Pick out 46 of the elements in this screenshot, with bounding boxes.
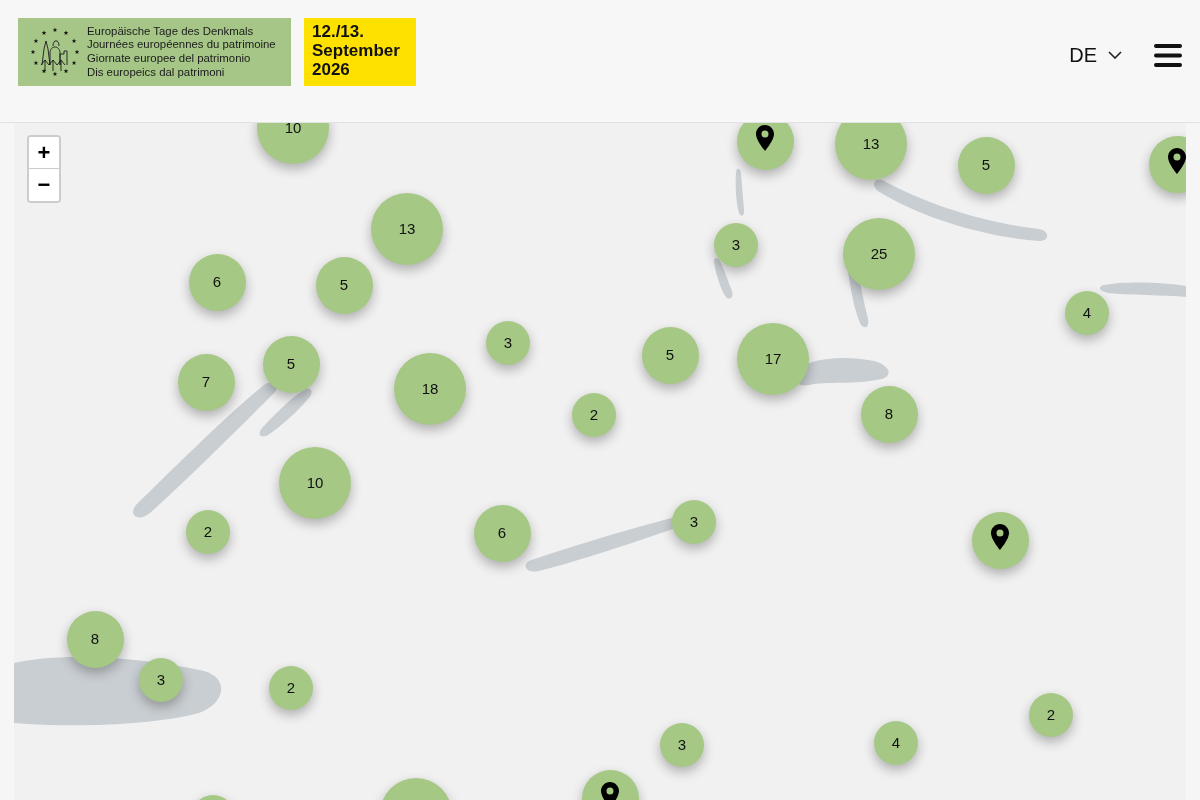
cluster-marker[interactable]: 3 <box>486 321 530 365</box>
language-label: DE <box>1069 43 1097 68</box>
cluster-marker[interactable]: 18 <box>394 353 466 425</box>
cluster-marker[interactable]: 3 <box>714 223 758 267</box>
cluster-marker[interactable]: 7 <box>177 353 235 411</box>
zoom-in-button[interactable]: + <box>29 137 59 169</box>
cluster-marker[interactable]: 10 <box>257 123 329 164</box>
language-selector[interactable]: DE <box>1069 40 1122 70</box>
cluster-marker[interactable]: 13 <box>371 193 443 265</box>
menu-button[interactable] <box>1154 43 1182 67</box>
cluster-marker[interactable]: 8 <box>860 385 918 443</box>
logo-text-line: Dis europeics dal patrimoni <box>87 65 226 80</box>
cluster-marker[interactable]: 10 <box>279 447 351 519</box>
cluster-marker[interactable]: 6 <box>473 504 531 562</box>
cluster-marker[interactable]: 17 <box>737 323 809 395</box>
cluster-marker[interactable]: 13 <box>835 123 907 180</box>
cluster-marker[interactable]: 2 <box>572 393 616 437</box>
cluster-marker[interactable]: 4 <box>1065 291 1109 335</box>
cluster-marker[interactable]: 2 <box>186 510 230 554</box>
cluster-marker[interactable]: 8 <box>66 610 124 668</box>
logo-text-line: Europäische Tage des Denkmals <box>87 24 255 39</box>
lake-shape <box>713 258 733 299</box>
logo-emblem-icon <box>31 27 79 77</box>
logo-banner[interactable]: Europäische Tage des Denkmals Journées européennes du patrimoine Giornate europee del patrimonio Dis europeics dal patrimoni <box>18 18 291 86</box>
map-pin-icon <box>991 524 1009 550</box>
cluster-marker[interactable]: 6 <box>188 253 246 311</box>
cluster-marker[interactable]: 2 <box>269 666 313 710</box>
cluster-marker[interactable]: 3 <box>672 500 716 544</box>
logo-text-line: Giornate europee del patrimonio <box>87 52 252 66</box>
cluster-marker[interactable]: 2 <box>1029 693 1073 737</box>
cluster-marker[interactable]: 5 <box>262 335 320 393</box>
map-pin-icon <box>756 125 774 151</box>
menu-icon <box>1154 43 1182 67</box>
pin-marker[interactable] <box>736 123 794 170</box>
cluster-marker[interactable]: 5 <box>315 256 373 314</box>
map-pin-icon <box>1168 148 1186 174</box>
pin-marker[interactable] <box>971 511 1029 569</box>
event-date-badge: 12./13. September 2026 <box>304 18 416 86</box>
cluster-marker[interactable]: 3 <box>660 723 704 767</box>
chevron-down-icon <box>1108 51 1122 59</box>
cluster-marker[interactable]: 25 <box>843 218 915 290</box>
cluster-marker[interactable]: 5 <box>957 136 1015 194</box>
cluster-marker[interactable]: 5 <box>641 326 699 384</box>
cluster-marker[interactable]: 4 <box>874 721 918 765</box>
lake-shape <box>735 168 745 216</box>
logo-text-line: Journées européennes du patrimoine <box>87 38 276 52</box>
